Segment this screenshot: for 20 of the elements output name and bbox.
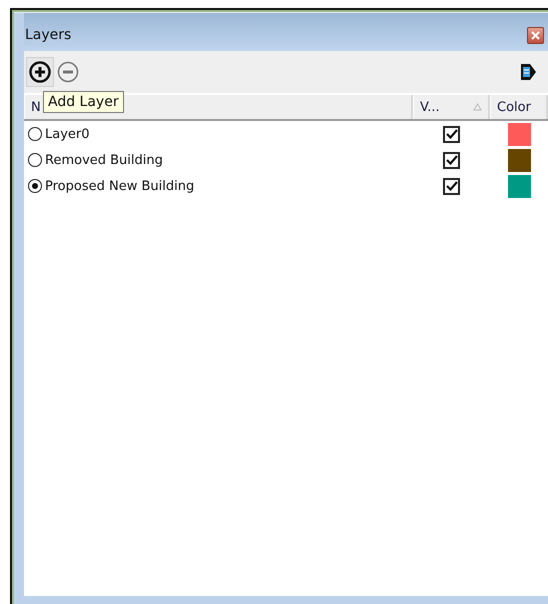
- layer-name: Proposed New Building: [45, 178, 194, 194]
- layer-name: Layer0: [45, 126, 90, 142]
- sort-icon: [473, 103, 482, 111]
- color-swatch[interactable]: [508, 174, 530, 198]
- color-swatch[interactable]: [508, 148, 530, 172]
- close-button[interactable]: [527, 26, 544, 44]
- layer-radio[interactable]: [28, 179, 42, 193]
- visible-checkbox[interactable]: [443, 152, 460, 168]
- column-header[interactable]: Color: [490, 95, 548, 119]
- visible-checkbox[interactable]: [443, 126, 460, 142]
- add-layer-button[interactable]: [26, 57, 54, 87]
- close-icon: [531, 30, 540, 40]
- layer-radio[interactable]: [28, 153, 42, 167]
- tooltip: Add Layer: [43, 91, 124, 113]
- color-swatch[interactable]: [508, 122, 530, 146]
- window-title: Layers: [25, 27, 72, 43]
- visible-checkbox[interactable]: [443, 178, 460, 194]
- layer-radio[interactable]: [28, 127, 42, 141]
- column-header[interactable]: V...: [413, 95, 490, 119]
- layer-name: Removed Building: [45, 152, 163, 168]
